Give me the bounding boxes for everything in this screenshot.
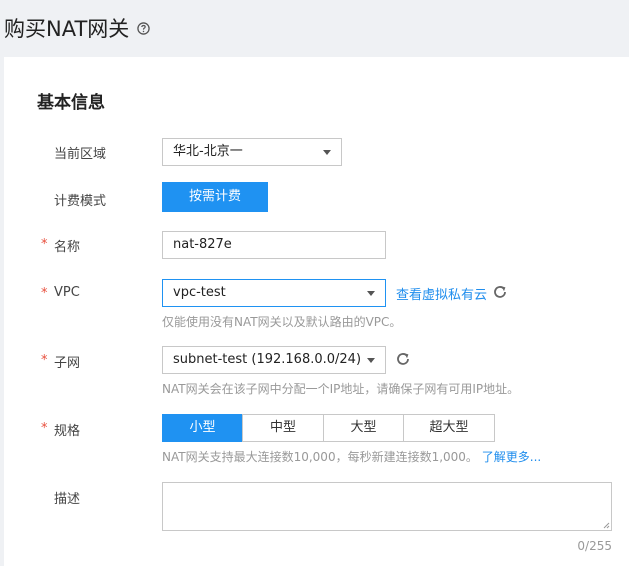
billing-label: 计费模式 xyxy=(54,194,107,209)
spec-option-large[interactable]: 大型 xyxy=(323,414,404,442)
name-input-value: nat-827e xyxy=(173,237,232,252)
on-demand-billing-button[interactable]: 按需计费 xyxy=(162,182,268,212)
chevron-down-icon xyxy=(367,291,375,296)
spec-hint: NAT网关支持最大连接数10,000，每秒新建连接数1,000。 了解更多... xyxy=(162,448,541,465)
subnet-select[interactable]: subnet-test (192.168.0.0/24) xyxy=(162,346,386,374)
spec-option-small[interactable]: 小型 xyxy=(162,414,243,442)
page-title: 购买NAT网关 xyxy=(4,17,130,41)
refresh-icon[interactable] xyxy=(395,351,411,367)
section-title: 基本信息 xyxy=(37,93,105,113)
required-mark: * xyxy=(41,421,48,436)
refresh-icon[interactable] xyxy=(492,284,508,300)
region-select[interactable]: 华北-北京一 xyxy=(162,138,342,166)
spec-option-xlarge[interactable]: 超大型 xyxy=(403,414,495,442)
resize-handle-icon[interactable] xyxy=(603,522,610,529)
vpc-label: VPC xyxy=(54,285,80,300)
chevron-down-icon xyxy=(367,358,375,363)
description-textarea[interactable] xyxy=(162,482,612,531)
description-label: 描述 xyxy=(54,492,81,507)
required-mark: * xyxy=(41,286,48,301)
vpc-select[interactable]: vpc-test xyxy=(162,279,386,307)
spec-option-medium[interactable]: 中型 xyxy=(242,414,324,442)
subnet-hint: NAT网关会在该子网中分配一个IP地址，请确保子网有可用IP地址。 xyxy=(162,382,520,396)
page-header: 购买NAT网关 xyxy=(0,0,629,56)
name-input[interactable]: nat-827e xyxy=(162,231,386,259)
help-circle-icon[interactable] xyxy=(137,22,150,35)
learn-more-link[interactable]: 了解更多... xyxy=(482,450,541,464)
spec-hint-text: NAT网关支持最大连接数10,000，每秒新建连接数1,000。 xyxy=(162,450,478,464)
description-char-counter: 0/255 xyxy=(577,539,612,553)
subnet-select-value: subnet-test (192.168.0.0/24) xyxy=(173,352,362,367)
required-mark: * xyxy=(41,237,48,252)
spec-label: 规格 xyxy=(54,424,81,439)
subnet-label: 子网 xyxy=(54,356,81,371)
region-label: 当前区域 xyxy=(54,147,107,162)
required-mark: * xyxy=(41,353,48,368)
view-vpc-link[interactable]: 查看虚拟私有云 xyxy=(396,284,487,303)
vpc-hint: 仅能使用没有NAT网关以及默认路由的VPC。 xyxy=(162,315,402,329)
chevron-down-icon xyxy=(323,150,331,155)
name-label: 名称 xyxy=(54,240,81,255)
region-select-value: 华北-北京一 xyxy=(173,144,243,159)
vpc-select-value: vpc-test xyxy=(173,285,226,300)
